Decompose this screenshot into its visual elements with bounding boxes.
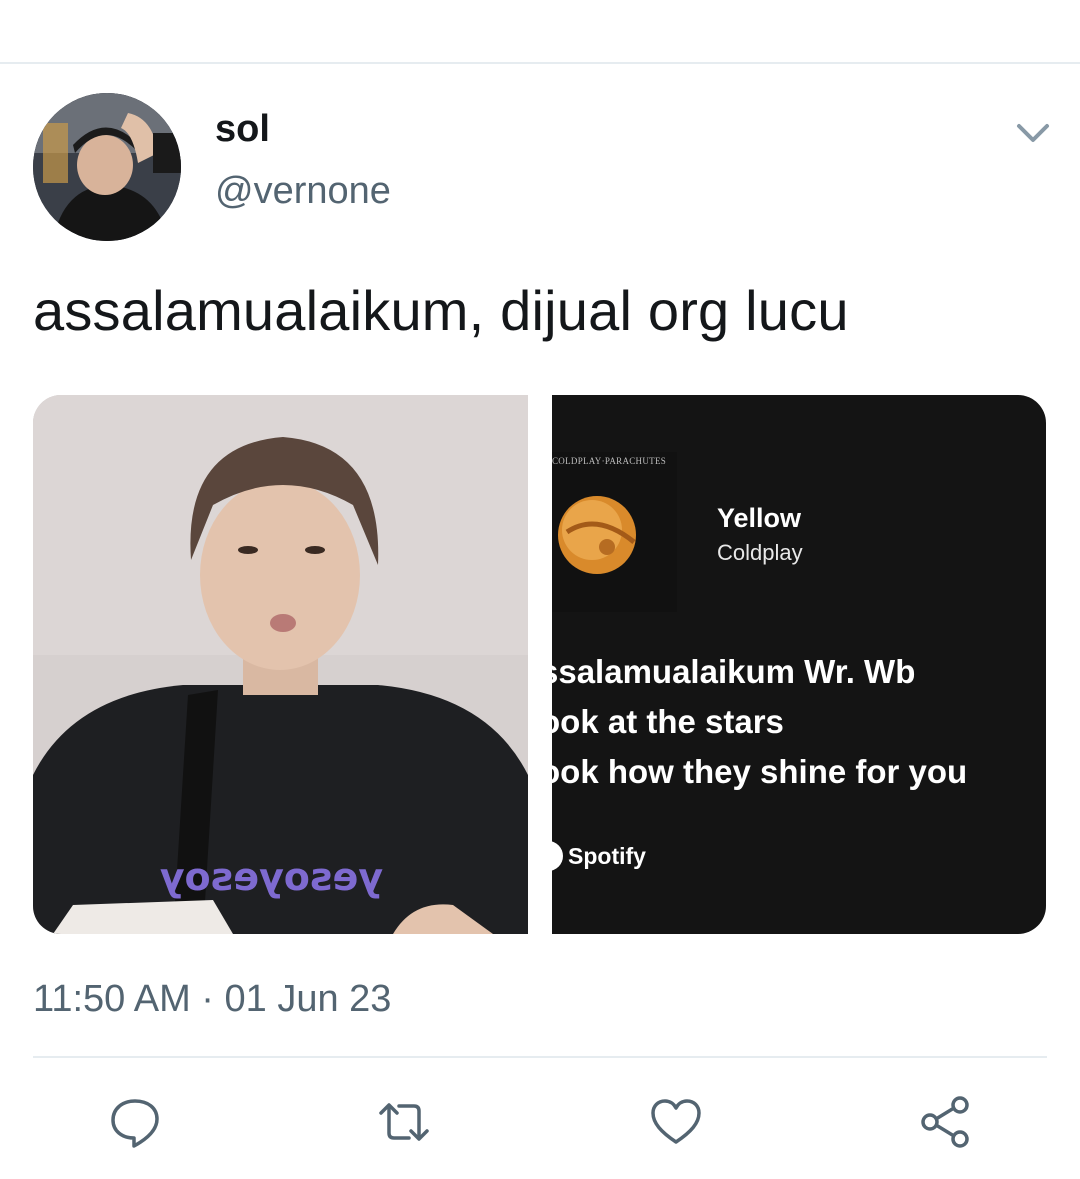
media-grid: yesoyesoy COLDPLAY·PARACHUTES Yellow Col… — [33, 395, 1046, 934]
song-artist: Coldplay — [717, 540, 803, 565]
spotify-lyrics-card[interactable]: COLDPLAY·PARACHUTES Yellow Coldplay ssal… — [552, 395, 1046, 934]
action-divider — [33, 1056, 1047, 1058]
author-handle[interactable]: @vernone — [215, 170, 391, 213]
shirt-print: yesoyesoy — [159, 855, 383, 899]
tweet-text: assalamualaikum, dijual org lucu — [33, 279, 849, 342]
retweet-icon — [379, 1103, 429, 1141]
top-divider — [0, 62, 1080, 64]
lyric-line: ook at the stars — [552, 703, 784, 740]
tweet-photo[interactable]: yesoyesoy — [33, 395, 528, 934]
tweet-timestamp: 11:50 AM · 01 Jun 23 — [33, 978, 392, 1020]
reply-button[interactable] — [107, 1094, 163, 1150]
author-name[interactable]: sol — [215, 108, 270, 151]
spotify-label: Spotify — [568, 842, 646, 869]
chevron-down-icon[interactable] — [1013, 118, 1053, 150]
song-title: Yellow — [717, 503, 802, 533]
reply-icon — [111, 1099, 159, 1148]
share-icon — [921, 1096, 969, 1148]
like-button[interactable] — [648, 1094, 704, 1150]
lyrics: ssalamualaikum Wr. Wb ook at the stars o… — [552, 647, 967, 797]
spotify-brand: Spotify — [552, 840, 646, 872]
album-cover: COLDPLAY·PARACHUTES — [552, 452, 677, 612]
lyric-line: ook how they shine for you — [552, 753, 968, 790]
avatar-image — [33, 93, 181, 241]
retweet-button[interactable] — [376, 1094, 432, 1150]
heart-icon — [651, 1099, 701, 1144]
planet-icon — [558, 496, 636, 574]
avatar[interactable] — [33, 93, 181, 241]
share-button[interactable] — [917, 1094, 973, 1150]
lyric-line: ssalamualaikum Wr. Wb — [552, 653, 916, 690]
spotify-icon — [552, 841, 563, 871]
